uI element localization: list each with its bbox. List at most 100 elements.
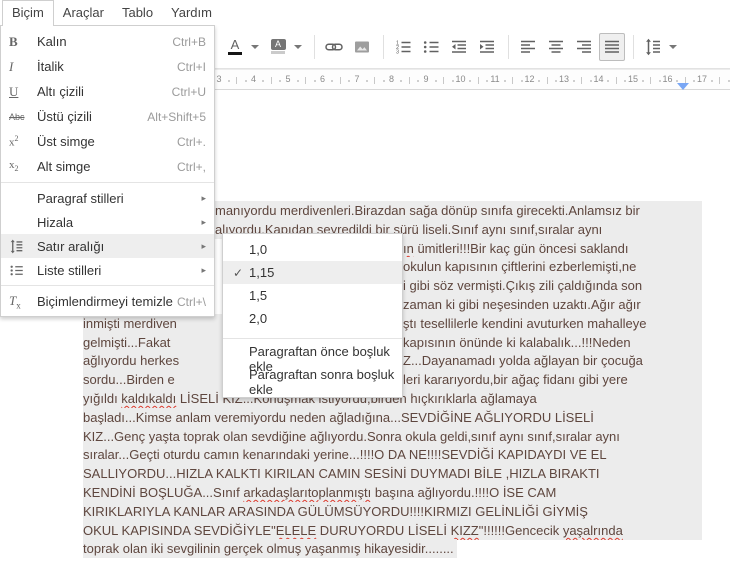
toolbar-separator	[633, 34, 634, 59]
ruler-tick	[296, 80, 299, 82]
align-center-icon	[549, 40, 563, 53]
align-left-button[interactable]	[515, 33, 541, 61]
document-line-segment[interactable]: KIRIKLARIYLA KANLAR ARASINDA GÜLÜMSÜYORD…	[83, 502, 702, 521]
document-line-segment[interactable]: sıralar...Geçti oturdu camın kenarındaki…	[83, 445, 702, 464]
line-spacing-button[interactable]	[640, 33, 666, 61]
bulleted-list-button[interactable]	[418, 33, 444, 61]
underline-icon: U	[9, 83, 19, 99]
text-color-dropdown-caret[interactable]	[251, 44, 259, 49]
ruler-number: 14	[593, 74, 604, 84]
document-line-segment[interactable]: KIZ...Genç yaşta toprak olan sevdiğine a…	[83, 427, 702, 446]
menu-item-shortcut: Ctrl+,	[176, 159, 206, 174]
menu-item-bicimlendirmeyi-temizle[interactable]: Tx Biçimlendirmeyi temizle Ctrl+\	[1, 289, 214, 314]
ruler-tick	[581, 77, 583, 84]
document-line-segment[interactable]: SALLIYORDU...HIZLA KALKTI KIRILAN CAMIN …	[83, 464, 702, 483]
menu-item-ustu-cizili[interactable]: Abc Üstü çizili Alt+Shift+5	[1, 104, 214, 129]
menu-item-satir-araligi[interactable]: Satır aralığı ▸	[1, 234, 214, 258]
ruler-tick	[451, 80, 454, 82]
align-right-icon	[577, 40, 591, 53]
document-line-segment[interactable]: ştı tesellilerle kendini avuturken mahal…	[403, 314, 702, 333]
document-line-segment[interactable]: kapısının önünde ki kalabalık...!!!Neden	[403, 333, 702, 352]
ruler-tick	[676, 80, 679, 82]
toolbar-separator	[383, 34, 384, 59]
align-center-button[interactable]	[543, 33, 569, 61]
highlight-color-button[interactable]: A	[265, 33, 291, 61]
ruler-tick	[658, 80, 661, 82]
submenu-item-1-5[interactable]: 1,5	[223, 284, 402, 307]
document-line-segment[interactable]: toprak olan iki sevgilinin gerçek olmuş …	[83, 539, 457, 558]
ruler-number: 17	[696, 74, 708, 84]
numbered-list-button[interactable]: 123	[390, 33, 416, 61]
menubar-item-araclar[interactable]: Araçlar	[54, 0, 113, 25]
right-indent-marker[interactable]	[677, 83, 689, 90]
ruler-tick	[615, 77, 617, 84]
document-line-segment[interactable]: zaman ki gibi neşesinden uzaktı.Ağır ağı…	[403, 295, 702, 314]
menu-item-liste-stilleri[interactable]: Liste stilleri ▸	[1, 258, 214, 282]
insert-image-button[interactable]	[349, 33, 375, 61]
menu-item-shortcut: Ctrl+I	[176, 59, 206, 74]
submenu-item-1-0[interactable]: 1,0	[223, 238, 402, 261]
menu-item-alti-cizili[interactable]: U Altı çizili Ctrl+U	[1, 79, 214, 104]
ruler-tick	[400, 80, 403, 82]
document-line-segment[interactable]: ın ümitleri!!!Bir kaç gün öncesi sakland…	[403, 239, 702, 258]
decrease-indent-icon	[452, 40, 466, 53]
menu-item-ust-simge[interactable]: x2 Üst simge Ctrl+.	[1, 129, 214, 154]
ruler-tick	[434, 80, 437, 82]
submenu-item-label: 1,15	[249, 265, 275, 280]
document-line-segment[interactable]: leri kararıyordu,bir ağaç fidanı gibi ye…	[403, 370, 702, 389]
justify-button[interactable]	[599, 32, 625, 61]
line-spacing-dropdown-caret[interactable]	[669, 44, 677, 49]
document-line-segment[interactable]: sordu...Birden e	[83, 370, 222, 389]
submenu-item-label: 1,5	[249, 288, 268, 303]
submenu-item-label: 1,0	[249, 242, 268, 257]
menu-item-kalin[interactable]: B Kalın Ctrl+B	[1, 29, 214, 54]
menu-item-shortcut: Ctrl+U	[171, 84, 206, 99]
menu-item-hizala[interactable]: Hizala ▸	[1, 210, 214, 234]
ruler-number: 16	[662, 74, 673, 84]
ruler-tick	[313, 80, 316, 82]
ruler-number: 4	[250, 74, 257, 84]
menu-item-label: Üst simge	[37, 134, 95, 149]
ruler-tick	[305, 77, 307, 84]
ruler-tick	[262, 80, 265, 82]
document-line-segment[interactable]: Z...Dayanamadı yolda ağlayan bir çocuğa	[403, 351, 702, 370]
increase-indent-button[interactable]	[474, 33, 500, 61]
document-line-segment[interactable]: manıyordu merdivenleri.Birazdan sağa dön…	[215, 201, 702, 220]
ruler-tick	[331, 80, 334, 82]
submenu-arrow-icon: ▸	[201, 192, 206, 203]
increase-indent-icon	[480, 40, 494, 53]
menubar-item-tablo[interactable]: Tablo	[113, 0, 162, 25]
submenu-item-sonra-bosluk[interactable]: Paragraftan sonra boşluk ekle	[223, 367, 402, 397]
menubar-item-yardim[interactable]: Yardım	[162, 0, 221, 25]
menu-item-label: Paragraf stilleri	[37, 190, 124, 206]
ruler-tick	[417, 80, 420, 82]
ruler-tick	[572, 80, 575, 82]
document-line-segment[interactable]: gelmişti...Fakat	[83, 333, 222, 352]
menu-item-label: Satır aralığı	[37, 238, 105, 254]
ruler-tick	[693, 80, 696, 82]
checkmark-icon: ✓	[233, 265, 244, 280]
document-line-segment[interactable]: OKUL KAPISINDA SEVDİĞİYLE"ELELE DURUYORD…	[83, 521, 702, 540]
ruler-number: 11	[490, 74, 500, 84]
menu-item-paragraf-stilleri[interactable]: Paragraf stilleri ▸	[1, 186, 214, 210]
submenu-item-1-15[interactable]: ✓ 1,15	[223, 261, 402, 284]
document-line-segment[interactable]: ağlıyordu herkes	[83, 351, 222, 370]
menu-item-alt-simge[interactable]: x2 Alt simge Ctrl+,	[1, 154, 214, 179]
bulleted-list-icon	[423, 40, 439, 53]
menu-separator	[1, 285, 214, 286]
image-icon	[355, 41, 369, 52]
menu-separator	[223, 338, 402, 339]
document-line-segment[interactable]: başladı...Kimse anlam veremiyordu neden …	[83, 408, 702, 427]
menu-item-italik[interactable]: I İtalik Ctrl+I	[1, 54, 214, 79]
submenu-item-2-0[interactable]: 2,0	[223, 307, 402, 330]
highlight-color-dropdown-caret[interactable]	[294, 44, 302, 49]
text-color-button[interactable]: A	[222, 33, 248, 61]
line-spacing-submenu: 1,0 ✓ 1,15 1,5 2,0 Paragraftan önce boşluk ek…	[222, 233, 403, 398]
align-right-button[interactable]	[571, 33, 597, 61]
document-line-segment[interactable]: okulun kapısının çiftlerini ezberlemişti…	[403, 257, 702, 276]
insert-link-button[interactable]	[321, 33, 347, 61]
menubar-item-bicim[interactable]: Biçim	[2, 0, 54, 26]
decrease-indent-button[interactable]	[446, 33, 472, 61]
document-line-segment[interactable]: i gibi söz vermişti.Çıkış zili çaldığınd…	[403, 276, 702, 295]
document-line-segment[interactable]: KENDİNİ BOŞLUĞA...Sınıf arkadaşlarıtopla…	[83, 483, 702, 502]
